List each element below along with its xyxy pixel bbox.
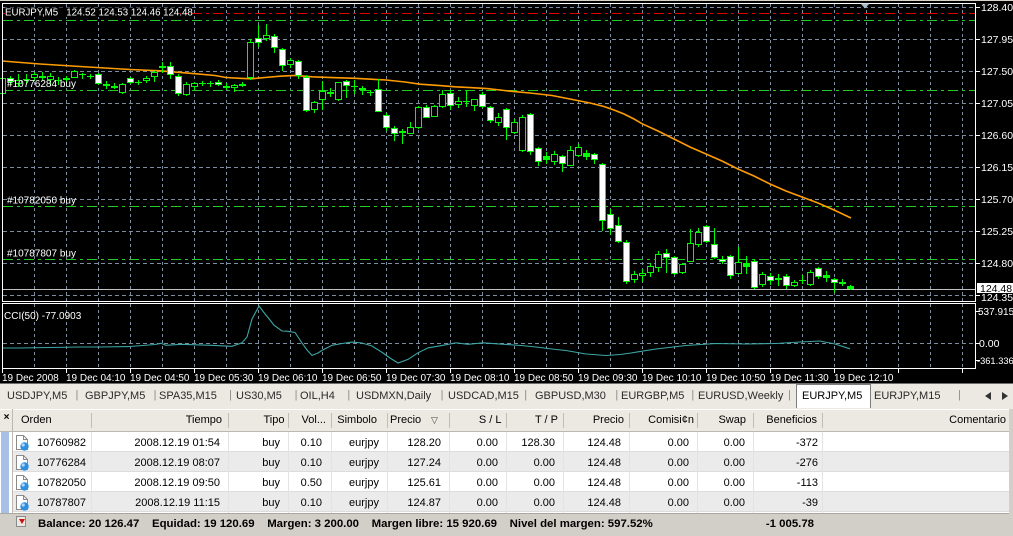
svg-text:127.95: 127.95 (981, 34, 1013, 46)
svg-text:#10782050 buy: #10782050 buy (7, 196, 76, 207)
svg-text:127.05: 127.05 (981, 98, 1013, 110)
svg-text:EURJPY,M5 124.52 124.53 124.: EURJPY,M5 124.52 124.53 124.46 124.48 (5, 8, 193, 19)
svg-text:126.15: 126.15 (981, 162, 1013, 174)
svg-text:124.80: 124.80 (981, 258, 1013, 270)
svg-text:537.915: 537.915 (978, 307, 1013, 318)
svg-text:CCI(50) -77.0903: CCI(50) -77.0903 (4, 311, 82, 322)
svg-text:-361.336: -361.336 (977, 356, 1013, 366)
svg-text:#10787807 buy: #10787807 buy (7, 249, 76, 260)
svg-text:#10776284 buy: #10776284 buy (7, 79, 76, 90)
svg-text:125.70: 125.70 (981, 194, 1013, 206)
svg-text:0.00: 0.00 (979, 338, 1000, 350)
svg-text:124.48: 124.48 (980, 283, 1012, 295)
svg-text:127.50: 127.50 (981, 66, 1013, 78)
svg-text:125.25: 125.25 (981, 226, 1013, 238)
svg-text:126.60: 126.60 (981, 130, 1013, 142)
svg-text:128.40: 128.40 (981, 2, 1013, 14)
